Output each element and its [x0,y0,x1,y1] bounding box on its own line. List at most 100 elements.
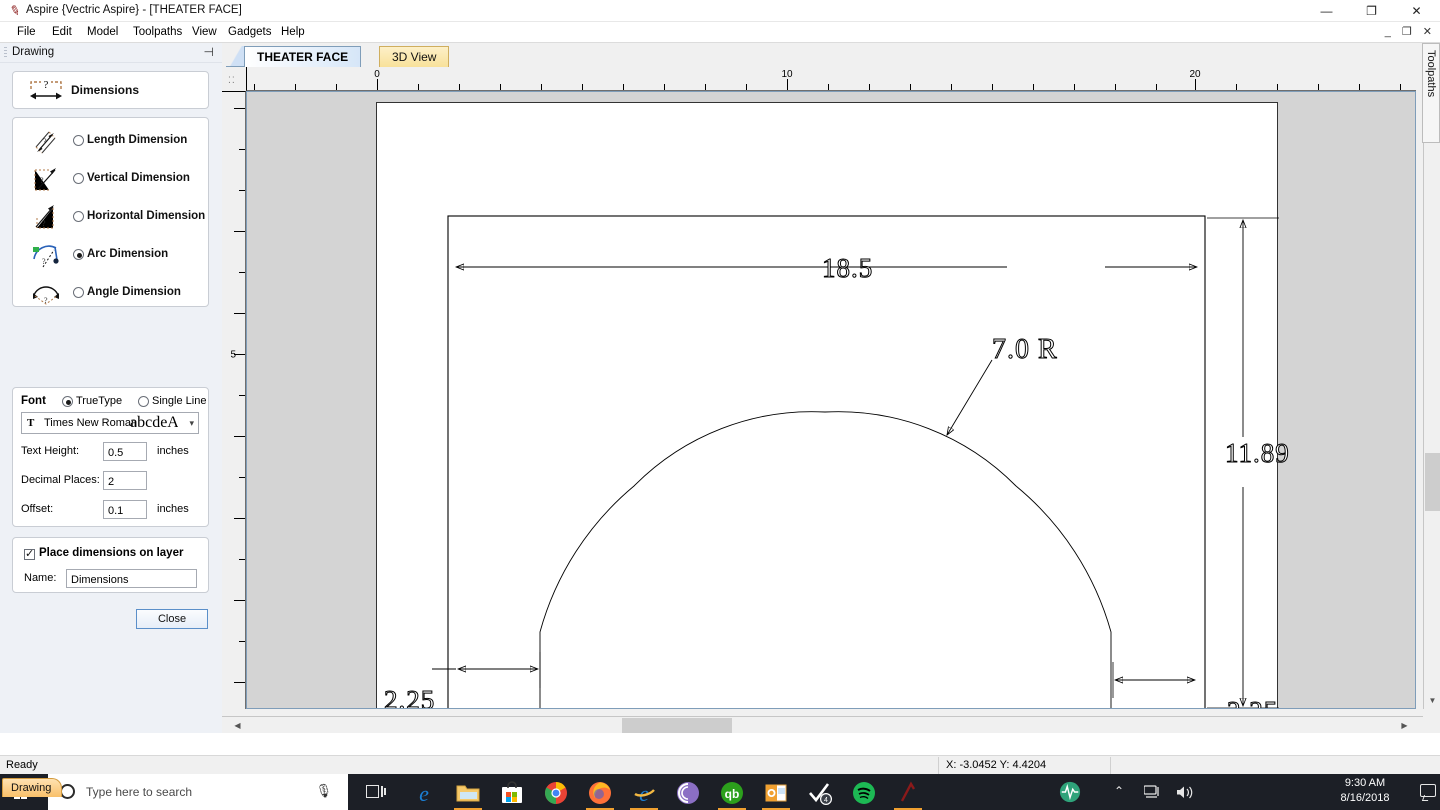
radio-length-dimension[interactable] [73,135,84,146]
svg-text:qb: qb [725,787,740,801]
offset-input[interactable] [103,500,147,519]
dimensions-icon: ? [30,79,62,100]
svg-text:?: ? [44,296,48,305]
text-height-label: Text Height: [21,445,80,457]
tab-drawing[interactable]: Drawing [2,778,63,797]
taskbar-microsoft-store-icon[interactable] [488,774,536,810]
dimension-type-horizontal[interactable]: ? Horizontal Dimension [13,199,210,237]
radio-vertical-dimension[interactable] [73,173,84,184]
svg-text:?: ? [43,137,47,146]
font-family-value: Times New Roman [44,417,138,429]
volume-icon[interactable] [1170,774,1200,810]
minimize-button[interactable]: — [1304,0,1349,22]
windows-taskbar: Type here to search 🎙 e e qb 4 ⌃ 9:30 AM… [0,774,1440,810]
tab-theater-face[interactable]: THEATER FACE [244,46,362,67]
ruler-label-v: 5 [230,349,236,361]
drawing-canvas[interactable]: 18.5 7.0 R 11.89 2.25 2.25 [246,91,1416,709]
radio-arc-dimension[interactable] [73,249,84,260]
taskbar-internet-explorer-icon[interactable]: e [620,774,668,810]
toolpaths-dock-tab[interactable]: Toolpaths [1422,43,1440,143]
vertical-scrollbar[interactable]: ▲ ▼ [1423,91,1440,709]
search-input[interactable]: Type here to search 🎙 [48,774,348,810]
scroll-right-button[interactable]: ▶ [1396,717,1413,734]
dimension-label-height: 11.89 [1225,438,1290,469]
menu-item-help[interactable]: Help [272,22,314,43]
close-button[interactable]: Close [136,609,208,629]
clock-date: 8/16/2018 [1340,792,1390,804]
taskbar-aspire-icon[interactable] [884,774,932,810]
document-window-controls[interactable]: _ ❐ ✕ [1385,25,1436,38]
taskbar-file-explorer-icon[interactable] [444,774,492,810]
radio-truetype[interactable] [62,396,73,407]
network-icon[interactable] [1138,774,1168,810]
menu-item-file[interactable]: File [8,22,45,43]
menu-item-model[interactable]: Model [78,22,127,43]
dimension-type-length[interactable]: ? Length Dimension [13,123,210,161]
layer-name-label: Name: [24,572,57,584]
taskbar-firefox-icon[interactable] [576,774,624,810]
radio-angle-dimension[interactable] [73,287,84,298]
angle-dimension-icon: ? [33,286,59,305]
scroll-left-button[interactable]: ◀ [229,717,246,734]
font-family-dropdown[interactable]: T Times New Roman abcdeA ▾ [21,412,199,434]
horizontal-scrollbar[interactable]: ◀ ▶ [222,716,1423,733]
pin-icon[interactable]: ⊣ [204,45,214,59]
menu-item-toolpaths[interactable]: Toolpaths [124,22,191,43]
truetype-label: TrueType [76,395,123,407]
action-center-icon [1420,784,1436,797]
radio-horizontal-dimension[interactable] [73,211,84,222]
offset-unit: inches [157,503,189,515]
decimal-places-label: Decimal Places: [21,474,100,486]
window-title: Aspire {Vectric Aspire} - [THEATER FACE] [26,4,242,16]
scroll-down-button[interactable]: ▼ [1424,692,1440,709]
taskbar-bittorrent-icon[interactable] [664,774,712,810]
action-center-button[interactable] [1406,774,1440,810]
dimension-type-arc[interactable]: ? Arc Dimension [13,237,210,275]
text-height-input[interactable] [103,442,147,461]
dimension-type-vertical[interactable]: ? Vertical Dimension [13,161,210,199]
maximize-button[interactable]: ❐ [1349,0,1394,22]
task-view-button[interactable] [358,774,394,810]
taskbar-chrome-icon[interactable] [532,774,580,810]
tray-antivirus-icon[interactable] [1048,774,1092,810]
dimension-label-arc-radius: 7.0 R [992,334,1058,366]
show-hidden-icons-button[interactable]: ⌃ [1106,774,1134,810]
ruler-label-h: 20 [1189,69,1201,80]
horizontal-ruler[interactable]: 0 10 20 [246,67,1416,91]
clock-time: 9:30 AM [1344,777,1386,789]
taskbar-checkmark-icon[interactable]: 4 [796,774,844,810]
dimension-type-label: Vertical Dimension [87,172,190,184]
vertical-ruler[interactable]: 5 0 [222,91,246,772]
clock[interactable]: 9:30 AM 8/16/2018 [1326,774,1404,810]
arc-dimension-icon: ? [33,245,59,268]
menu-item-edit[interactable]: Edit [43,22,81,43]
view-tab-strip: THEATER FACE 3D View [222,43,1440,67]
tab-3d-view[interactable]: 3D View [379,46,450,67]
taskbar-outlook-icon[interactable] [752,774,800,810]
place-dimensions-on-layer-checkbox[interactable] [24,547,35,560]
horizontal-scroll-thumb[interactable] [622,718,732,733]
microphone-icon[interactable]: 🎙 [315,783,332,799]
layer-name-input[interactable] [66,569,197,588]
taskbar-quickbooks-icon[interactable]: qb [708,774,756,810]
svg-text:e: e [419,781,429,805]
cortana-icon [60,784,75,799]
chevron-down-icon[interactable]: ▾ [189,418,194,429]
taskbar-edge-icon[interactable]: e [400,774,448,810]
dimension-type-label: Angle Dimension [87,286,181,298]
panel-grip-icon [4,47,7,59]
offset-row: Offset: inches [21,500,201,520]
dimension-type-angle[interactable]: ? Angle Dimension [13,275,210,313]
status-message: Ready [6,759,38,771]
ruler-label-h: 10 [781,69,793,80]
svg-text:?: ? [42,257,46,266]
ruler-origin-icon: ⁚⁚ [228,75,236,85]
dimension-type-label: Length Dimension [87,134,188,146]
panel-title: Drawing [12,46,55,58]
close-window-button[interactable]: ✕ [1394,0,1439,22]
taskbar-spotify-icon[interactable] [840,774,888,810]
vertical-scroll-thumb[interactable] [1425,453,1440,511]
decimal-places-input[interactable] [103,471,147,490]
task-view-icon [366,785,386,798]
radio-single-line[interactable] [138,396,149,407]
